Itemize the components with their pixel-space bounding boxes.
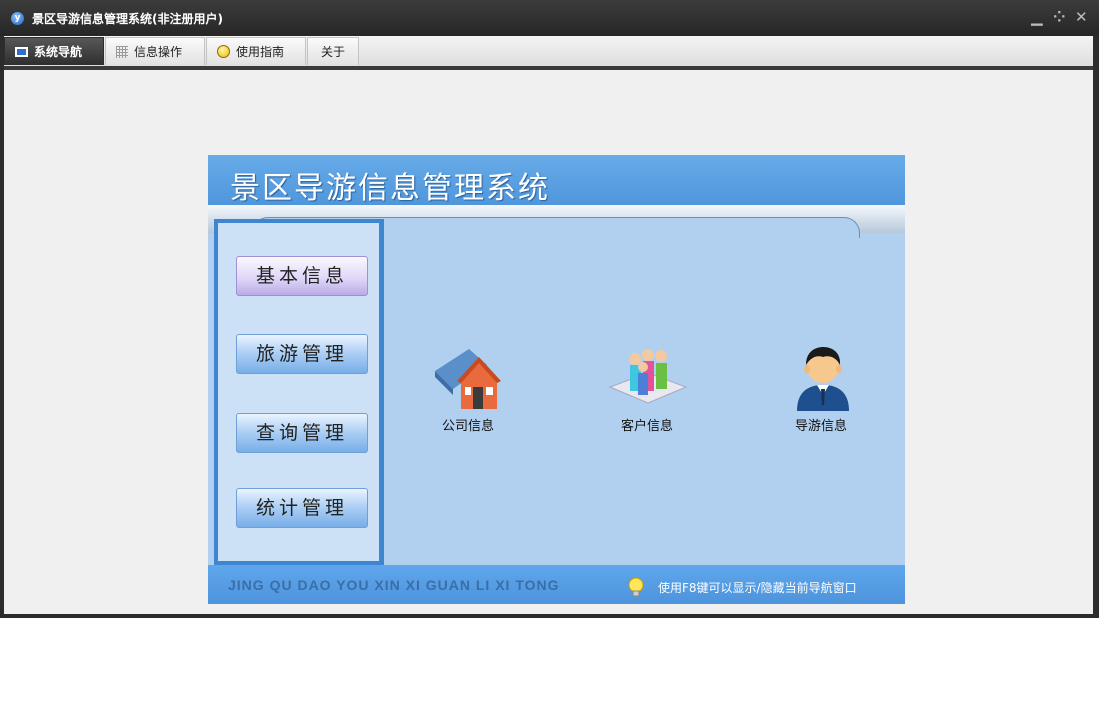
bulb-icon [217,45,230,58]
shortcut-label: 公司信息 [441,419,494,434]
app-icon: y [11,12,24,25]
travel-management-button[interactable]: 旅游管理 [236,334,368,374]
panel-footer: JING QU DAO YOU XIN XI GUAN LI XI TONG 使… [208,565,905,604]
tab-label: 关于 [320,45,345,59]
basic-info-button[interactable]: 基本信息 [236,256,368,296]
customer-info-shortcut[interactable]: 客户信息 [592,343,702,439]
minimize-button[interactable]: ▁ [1031,8,1043,26]
company-icon [435,349,501,409]
tab-about[interactable]: 关于 [307,37,359,65]
shortcut-label: 客户信息 [620,419,673,434]
sidebar-inner: 基本信息 旅游管理 查询管理 统计管理 [218,223,379,561]
grid-icon [116,45,128,58]
tab-bar: 系统导航 信息操作 使用指南 关于 [4,36,1093,66]
guide-info-shortcut[interactable]: 导游信息 [766,343,876,439]
customers-icon [608,349,688,404]
app-window: y 景区导游信息管理系统(非注册用户) ▁ ⁘ ✕ 系统导航 信息操作 使用指南… [0,0,1099,618]
workspace: 景区导游信息管理系统 基本信息 旅游管理 查询管理 统计管理 公司信息 客户信息… [4,70,1093,614]
close-button[interactable]: ✕ [1075,8,1088,26]
window-title: 景区导游信息管理系统(非注册用户) [32,12,223,26]
tab-label: 系统导航 [34,45,83,59]
tab-info-operations[interactable]: 信息操作 [105,37,205,65]
title-bar[interactable]: y 景区导游信息管理系统(非注册用户) ▁ ⁘ ✕ [0,0,1099,36]
panel-title: 景区导游信息管理系统 [230,171,550,206]
tab-system-navigation[interactable]: 系统导航 [4,37,104,65]
tab-label: 使用指南 [236,45,285,59]
statistics-management-button[interactable]: 统计管理 [236,488,368,528]
tab-user-guide[interactable]: 使用指南 [206,37,306,65]
footer-pinyin: JING QU DAO YOU XIN XI GUAN LI XI TONG [228,577,560,593]
tab-label: 信息操作 [134,45,183,59]
restore-button[interactable]: ⁘ [1053,8,1066,26]
shortcut-label: 导游信息 [794,419,847,434]
company-info-shortcut[interactable]: 公司信息 [413,343,523,439]
sidebar: 基本信息 旅游管理 查询管理 统计管理 [214,219,384,565]
guide-icon [797,347,849,411]
monitor-icon [15,46,28,57]
query-management-button[interactable]: 查询管理 [236,413,368,453]
panel-header: 景区导游信息管理系统 [208,155,905,206]
navigation-panel: 景区导游信息管理系统 基本信息 旅游管理 查询管理 统计管理 公司信息 客户信息… [208,155,905,604]
hint-bulb-icon [628,577,644,597]
f8-hint: 使用F8键可以显示/隐藏当前导航窗口 [658,581,857,595]
